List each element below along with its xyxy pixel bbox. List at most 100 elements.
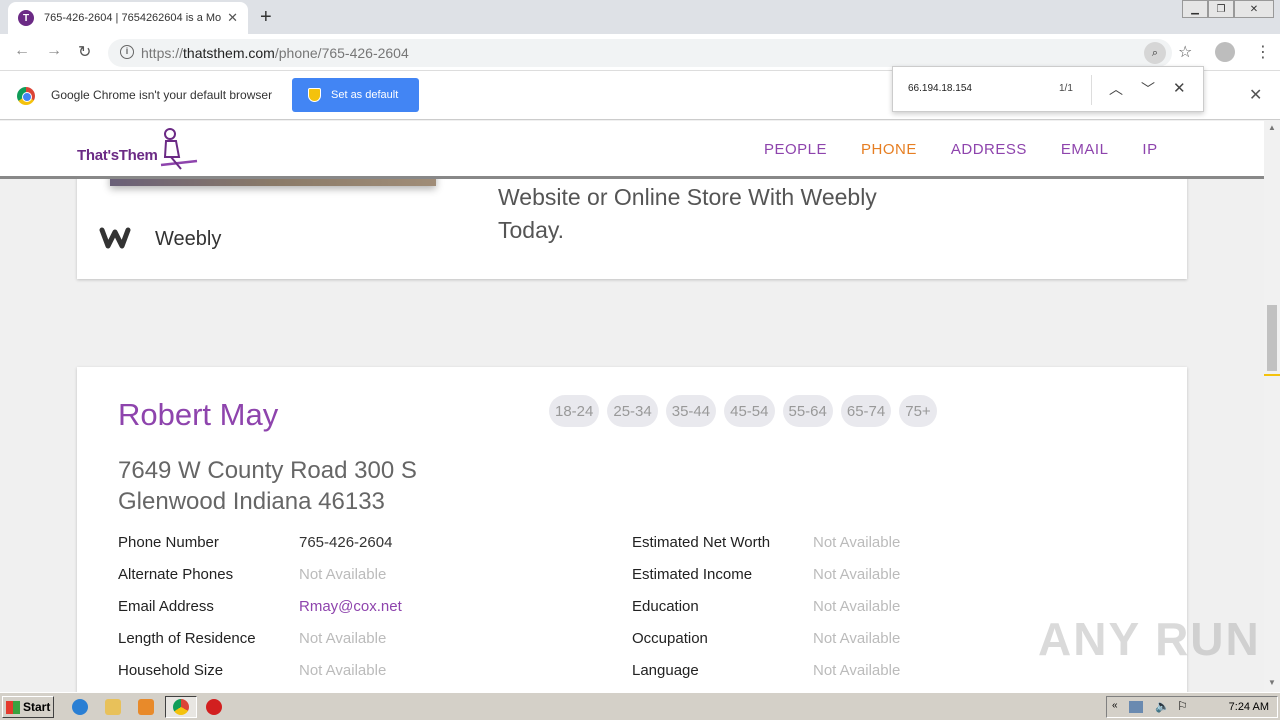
menu-kebab-icon[interactable]: ⋮ xyxy=(1255,42,1271,62)
nav-email[interactable]: EMAIL xyxy=(1061,141,1109,158)
network-icon[interactable] xyxy=(1129,701,1143,713)
infobar-message: Google Chrome isn't your default browser xyxy=(51,88,273,102)
stop-icon[interactable] xyxy=(206,699,222,715)
find-previous-icon[interactable]: ︿ xyxy=(1109,79,1123,99)
flag-icon[interactable]: ⚐ xyxy=(1177,699,1188,713)
detail-label: Household Size xyxy=(118,662,224,679)
system-tray: « 🔈 ⚐ 7:24 AM xyxy=(1106,696,1278,718)
find-close-icon[interactable]: ✕ xyxy=(1173,79,1186,97)
browser-tab[interactable]: T 765-426-2604 | 7654262604 is a Mo ✕ xyxy=(8,2,248,34)
find-in-page-icon[interactable]: ⌕ xyxy=(1144,42,1166,64)
tab-strip: T 765-426-2604 | 7654262604 is a Mo ✕ + … xyxy=(0,0,1280,34)
detail-label: Estimated Income xyxy=(632,566,753,583)
detail-value: Not Available xyxy=(299,662,387,679)
site-header: That'sThem PEOPLE PHONE ADDRESS EMAIL IP xyxy=(0,121,1264,179)
infobar-close-icon[interactable]: ✕ xyxy=(1249,85,1262,105)
scroll-up-icon[interactable]: ▲ xyxy=(1268,123,1276,132)
find-bar: 66.194.18.154 1/1 ︿ ﹀ ✕ xyxy=(892,66,1204,112)
reload-icon[interactable]: ↻ xyxy=(78,42,91,62)
find-separator xyxy=(1091,75,1092,105)
find-next-icon[interactable]: ﹀ xyxy=(1141,79,1155,99)
ie-icon[interactable] xyxy=(72,699,88,715)
detail-value: 765-426-2604 xyxy=(299,534,393,551)
windows-flag-icon xyxy=(6,700,20,714)
ad-text: Website or Online Store With Weebly Toda… xyxy=(498,184,877,243)
start-button[interactable]: Start xyxy=(2,696,54,718)
profile-avatar-icon[interactable] xyxy=(1215,42,1235,62)
age-range-chips: 18-24 25-34 35-44 45-54 55-64 65-74 75+ xyxy=(549,395,937,427)
site-info-icon[interactable]: i xyxy=(120,45,134,59)
detail-label: Alternate Phones xyxy=(118,566,234,583)
detail-value: Not Available xyxy=(813,566,901,583)
shield-icon xyxy=(308,88,321,102)
media-player-icon[interactable] xyxy=(138,699,154,715)
detail-label: Language xyxy=(632,662,699,679)
detail-label: Phone Number xyxy=(118,534,219,551)
explorer-folder-icon[interactable] xyxy=(105,699,121,715)
nav-people[interactable]: PEOPLE xyxy=(764,141,827,158)
detail-value: Not Available xyxy=(299,566,387,583)
logo-figure-icon xyxy=(160,128,198,170)
volume-icon[interactable]: 🔈 xyxy=(1155,699,1170,713)
tab-title: 765-426-2604 | 7654262604 is a Mo xyxy=(44,12,222,24)
nav-ip[interactable]: IP xyxy=(1142,141,1157,158)
person-address[interactable]: 7649 W County Road 300 S Glenwood Indian… xyxy=(118,455,417,517)
detail-value: Not Available xyxy=(813,534,901,551)
person-name[interactable]: Robert May xyxy=(118,397,278,433)
back-icon[interactable]: ← xyxy=(14,42,30,60)
bookmark-star-icon[interactable]: ☆ xyxy=(1178,42,1192,62)
detail-label: Email Address xyxy=(118,598,214,615)
logo-text: That'sThem xyxy=(77,147,158,164)
start-label: Start xyxy=(23,700,51,714)
window-close-icon[interactable]: ✕ xyxy=(1234,0,1274,18)
detail-label: Education xyxy=(632,598,699,615)
chrome-taskbar-button[interactable] xyxy=(165,696,197,718)
url-scheme: https:// xyxy=(141,45,184,61)
detail-value: Not Available xyxy=(813,598,901,615)
page-viewport: That'sThem PEOPLE PHONE ADDRESS EMAIL IP… xyxy=(0,121,1264,692)
scroll-down-icon[interactable]: ▼ xyxy=(1268,678,1276,687)
find-input[interactable]: 66.194.18.154 xyxy=(908,83,972,94)
forward-icon[interactable]: → xyxy=(46,42,62,60)
chrome-icon xyxy=(173,699,189,715)
minimize-icon[interactable]: ▁ xyxy=(1182,0,1208,18)
person-card: Robert May 18-24 25-34 35-44 45-54 55-64… xyxy=(77,367,1187,692)
url-host: thatsthem.com xyxy=(183,45,275,61)
age-chip: 75+ xyxy=(899,395,937,427)
age-chip: 25-34 xyxy=(607,395,658,427)
weebly-logo-icon xyxy=(99,227,131,249)
detail-label: Estimated Net Worth xyxy=(632,534,771,551)
tab-close-icon[interactable]: ✕ xyxy=(227,10,238,26)
age-chip: 35-44 xyxy=(665,395,717,427)
page-scrollbar[interactable]: ▲ ▼ xyxy=(1264,121,1280,692)
site-favicon-icon: T xyxy=(18,10,34,26)
maximize-icon[interactable]: ❐ xyxy=(1208,0,1234,18)
age-chip: 45-54 xyxy=(724,395,775,427)
clock[interactable]: 7:24 AM xyxy=(1229,701,1269,713)
address-bar[interactable]: i https://thatsthem.com/phone/765-426-26… xyxy=(108,39,1172,67)
chrome-logo-icon xyxy=(17,87,35,105)
thatsthem-logo[interactable]: That'sThem xyxy=(77,127,207,173)
set-as-default-button[interactable]: Set as default xyxy=(292,78,419,112)
set-as-default-label: Set as default xyxy=(331,89,399,101)
url-text: https://thatsthem.com/phone/765-426-2604 xyxy=(141,45,409,61)
detail-value: Not Available xyxy=(813,662,901,679)
detail-label: Occupation xyxy=(632,630,708,647)
nav-address[interactable]: ADDRESS xyxy=(951,141,1027,158)
tray-expand-icon[interactable]: « xyxy=(1112,700,1118,711)
url-path: /phone/765-426-2604 xyxy=(274,45,409,61)
detail-value: Not Available xyxy=(813,630,901,647)
new-tab-icon[interactable]: + xyxy=(260,6,272,29)
main-nav: PEOPLE PHONE ADDRESS EMAIL IP xyxy=(764,141,1158,158)
nav-phone[interactable]: PHONE xyxy=(861,141,917,158)
ad-brand: Weebly xyxy=(155,228,222,250)
email-link[interactable]: Rmay@cox.net xyxy=(299,598,402,615)
find-match-count: 1/1 xyxy=(1059,83,1073,94)
scroll-thumb[interactable] xyxy=(1267,305,1277,371)
address-line-2: Glenwood Indiana 46133 xyxy=(118,488,385,515)
age-chip: 55-64 xyxy=(782,395,833,427)
anyrun-watermark: ANY RUN xyxy=(1038,613,1261,665)
detail-label: Length of Residence xyxy=(118,630,256,647)
windows-taskbar: Start « 🔈 ⚐ 7:24 AM xyxy=(0,692,1280,720)
age-chip: 65-74 xyxy=(840,395,892,427)
